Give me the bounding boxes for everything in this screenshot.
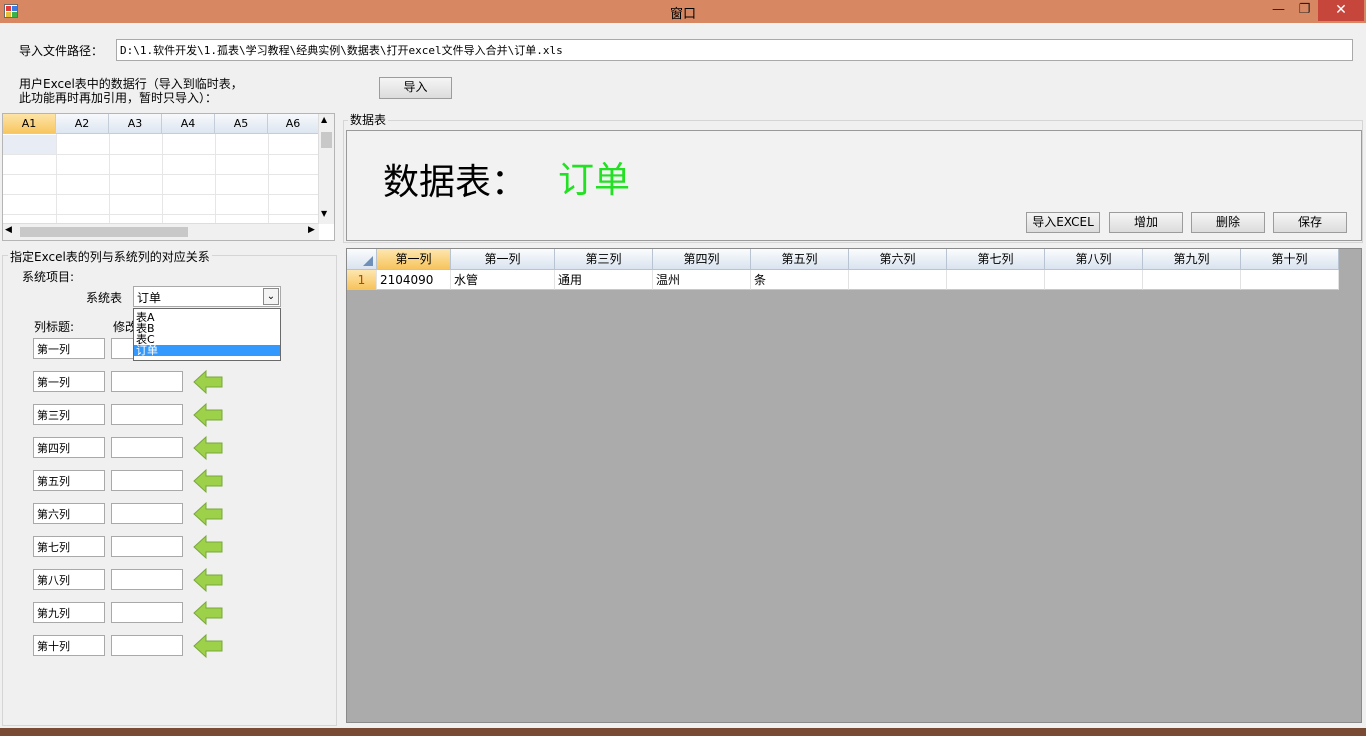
- system-column-field[interactable]: [111, 371, 183, 392]
- excel-selected-cell: [3, 135, 56, 154]
- save-button[interactable]: 保存: [1273, 212, 1347, 233]
- add-button[interactable]: 增加: [1109, 212, 1183, 233]
- dropdown-option-selected[interactable]: 订单: [134, 345, 280, 356]
- arrow-left-icon[interactable]: [193, 534, 223, 560]
- restore-icon[interactable]: ❐: [1291, 0, 1318, 21]
- arrow-left-icon[interactable]: [193, 435, 223, 461]
- grid-col-header[interactable]: 第五列: [751, 249, 849, 270]
- dropdown-option[interactable]: 表B: [134, 323, 280, 334]
- system-column-field[interactable]: [111, 503, 183, 524]
- data-grid[interactable]: 第一列 第一列 第三列 第四列 第五列 第六列 第七列 第八列 第九列 第十列 …: [346, 248, 1362, 723]
- excel-vertical-scrollbar[interactable]: ▲ ▼: [318, 114, 334, 224]
- import-excel-button[interactable]: 导入EXCEL: [1026, 212, 1100, 233]
- grid-col-header[interactable]: 第四列: [653, 249, 751, 270]
- grid-cell[interactable]: [1241, 270, 1339, 290]
- scroll-thumb[interactable]: [321, 132, 332, 148]
- excel-column-field[interactable]: 第七列: [33, 536, 105, 557]
- arrow-left-icon[interactable]: [193, 402, 223, 428]
- scroll-left-icon[interactable]: ◀: [5, 225, 12, 235]
- system-column-field[interactable]: [111, 536, 183, 557]
- system-column-field[interactable]: [111, 437, 183, 458]
- grid-cell[interactable]: 水管: [451, 270, 555, 290]
- import-button[interactable]: 导入: [379, 77, 452, 99]
- system-column-field[interactable]: [111, 635, 183, 656]
- excel-col-header[interactable]: A2: [56, 114, 109, 134]
- grid-col-header[interactable]: 第一列: [451, 249, 555, 270]
- close-icon[interactable]: ✕: [1318, 0, 1364, 21]
- excel-col-header[interactable]: A1: [3, 114, 56, 134]
- excel-column-field[interactable]: 第九列: [33, 602, 105, 623]
- excel-horizontal-scrollbar[interactable]: ◀ ▶: [3, 223, 319, 240]
- system-table-select[interactable]: 订单 ⌄: [133, 286, 281, 307]
- data-table-heading-value: 订单: [558, 160, 631, 201]
- scroll-up-icon[interactable]: ▲: [321, 115, 327, 124]
- grid-cell[interactable]: 条: [751, 270, 849, 290]
- corner-triangle-icon: [363, 256, 373, 266]
- import-note-line2: 此功能再时再加引用，暂时只导入）：: [19, 91, 218, 105]
- excel-column-field[interactable]: 第五列: [33, 470, 105, 491]
- minimize-icon[interactable]: —: [1265, 0, 1292, 21]
- taskbar: [0, 728, 1366, 736]
- window-title: 窗口: [669, 7, 696, 22]
- data-table-panel: 数据表： 订单 导入EXCEL 增加 删除 保存: [346, 130, 1362, 241]
- excel-column-field[interactable]: 第一列: [33, 338, 105, 359]
- select-all-corner[interactable]: [347, 249, 377, 270]
- grid-col-header[interactable]: 第七列: [947, 249, 1045, 270]
- excel-column-field[interactable]: 第三列: [33, 404, 105, 425]
- excel-column-field[interactable]: 第十列: [33, 635, 105, 656]
- row-number[interactable]: 1: [347, 270, 377, 290]
- arrow-left-icon[interactable]: [193, 567, 223, 593]
- chevron-down-icon[interactable]: ⌄: [263, 288, 279, 305]
- system-item-label: 系统项目:: [22, 270, 75, 284]
- grid-col-header[interactable]: 第八列: [1045, 249, 1143, 270]
- system-column-field[interactable]: [111, 470, 183, 491]
- arrow-left-icon[interactable]: [193, 501, 223, 527]
- excel-column-field[interactable]: 第四列: [33, 437, 105, 458]
- path-label: 导入文件路径：: [19, 44, 104, 58]
- scroll-right-icon[interactable]: ▶: [308, 225, 315, 235]
- scroll-thumb[interactable]: [20, 227, 188, 237]
- system-column-field[interactable]: [111, 602, 183, 623]
- system-column-field[interactable]: [111, 404, 183, 425]
- arrow-left-icon[interactable]: [193, 369, 223, 395]
- grid-col-header[interactable]: 第一列: [377, 249, 451, 270]
- column-title-label: 列标题:: [34, 320, 75, 334]
- grid-cell[interactable]: 温州: [653, 270, 751, 290]
- mapping-group-title: 指定Excel表的列与系统列的对应关系: [8, 248, 212, 265]
- dropdown-option[interactable]: 表A: [134, 312, 280, 323]
- grid-cell[interactable]: [1045, 270, 1143, 290]
- excel-col-header[interactable]: A6: [268, 114, 319, 134]
- grid-col-header[interactable]: 第十列: [1241, 249, 1339, 270]
- grid-col-header[interactable]: 第九列: [1143, 249, 1241, 270]
- grid-col-header[interactable]: 第三列: [555, 249, 653, 270]
- grid-cell[interactable]: [947, 270, 1045, 290]
- system-table-label: 系统表: [86, 291, 123, 305]
- excel-column-field[interactable]: 第六列: [33, 503, 105, 524]
- arrow-left-icon[interactable]: [193, 468, 223, 494]
- grid-cell[interactable]: [849, 270, 947, 290]
- scroll-down-icon[interactable]: ▼: [321, 209, 327, 218]
- data-table-group-title: 数据表: [348, 111, 389, 128]
- system-table-value: 订单: [137, 291, 162, 305]
- arrow-left-icon[interactable]: [193, 600, 223, 626]
- excel-column-field[interactable]: 第八列: [33, 569, 105, 590]
- excel-column-field[interactable]: 第一列: [33, 371, 105, 392]
- excel-col-header[interactable]: A3: [109, 114, 162, 134]
- excel-col-header[interactable]: A4: [162, 114, 215, 134]
- system-table-dropdown-list[interactable]: 表A 表B 表C 订单: [133, 308, 281, 361]
- grid-cell[interactable]: 2104090: [377, 270, 451, 290]
- excel-col-header[interactable]: A5: [215, 114, 268, 134]
- path-input[interactable]: D:\1.软件开发\1.孤表\学习教程\经典实例\数据表\打开excel文件导入…: [116, 39, 1353, 61]
- arrow-left-icon[interactable]: [193, 633, 223, 659]
- delete-button[interactable]: 删除: [1191, 212, 1265, 233]
- grid-col-header[interactable]: 第六列: [849, 249, 947, 270]
- grid-cell[interactable]: [1143, 270, 1241, 290]
- grid-cell[interactable]: 通用: [555, 270, 653, 290]
- excel-preview-grid[interactable]: A1 A2 A3 A4 A5 A6 ▲ ▼ ◀ ▶: [2, 113, 335, 241]
- title-bar: 窗口 — ❐ ✕: [0, 0, 1366, 23]
- data-table-heading-label: 数据表：: [383, 162, 528, 203]
- system-column-field[interactable]: [111, 569, 183, 590]
